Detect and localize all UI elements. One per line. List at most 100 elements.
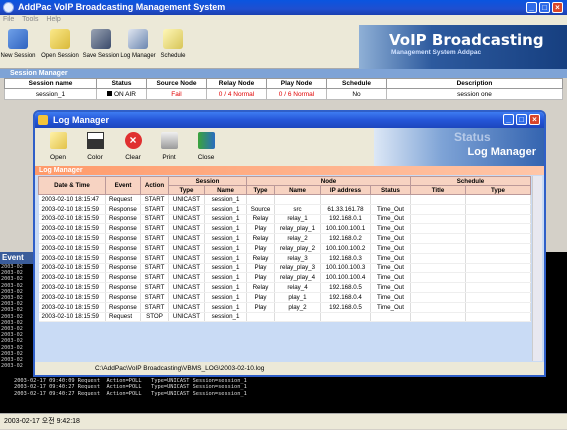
log-row[interactable]: 2003-02-10 18:15:59 Response START UNICAST s…: [38, 233, 531, 244]
log-cell: Time_Out: [370, 282, 411, 293]
log-cell: session_1: [204, 292, 247, 303]
lm-close-tool-button[interactable]: Close: [191, 130, 221, 161]
printer-icon: [160, 132, 178, 149]
log-row[interactable]: 2003-02-10 18:15:59 Response START UNICAST s…: [38, 282, 531, 293]
log-cell: 2003-02-10 18:15:59: [38, 233, 106, 244]
lm-color-button[interactable]: Color: [80, 130, 110, 161]
log-cell: Time_Out: [370, 253, 411, 264]
log-cell: Time_Out: [370, 302, 411, 313]
session-row[interactable]: session_1 ON AIR Fail 0 / 4 Normal 0 / 6…: [4, 88, 563, 100]
log-cell: [465, 223, 531, 235]
log-row[interactable]: 2003-02-10 18:15:59 Response START UNICAST s…: [38, 253, 531, 264]
close-button[interactable]: ×: [552, 2, 563, 13]
log-row[interactable]: 2003-02-10 18:15:59 Response START UNICAST s…: [38, 223, 531, 235]
lm-maximize-button[interactable]: □: [516, 114, 527, 125]
log-cell: START: [140, 204, 169, 215]
log-cell: UNICAST: [168, 302, 205, 313]
log-cell: START: [140, 302, 169, 313]
color-icon: [86, 132, 104, 149]
log-row[interactable]: 2003-02-10 18:15:59 Response START UNICAST s…: [38, 243, 531, 254]
lm-clear-button[interactable]: × Clear: [118, 130, 148, 161]
log-cell: session_1: [204, 272, 247, 284]
log-manager-button[interactable]: Log Manager: [118, 27, 158, 59]
log-cell: 192.168.0.1: [320, 214, 371, 225]
col-schedule-type[interactable]: Type: [465, 185, 531, 195]
log-cell: UNICAST: [168, 233, 205, 244]
app-icon: [3, 2, 14, 13]
log-row[interactable]: 2003-02-10 18:15:59 Request STOP UNICAST ses…: [38, 312, 531, 323]
log-cell: [410, 302, 466, 313]
schedule-button[interactable]: Schedule: [153, 27, 193, 59]
open-session-button[interactable]: Open Session: [40, 27, 80, 59]
col-ip-address[interactable]: IP address: [320, 185, 371, 195]
col-session-name[interactable]: Name: [204, 185, 247, 195]
log-banner-title: Log Manager: [467, 146, 536, 158]
log-cell: START: [140, 243, 169, 254]
log-cell: session_1: [204, 243, 247, 254]
log-banner-bg-text: Status: [454, 130, 491, 144]
log-row[interactable]: 2003-02-10 18:15:59 Response START UNICAST s…: [38, 302, 531, 313]
log-cell: 192.168.0.4: [320, 292, 371, 303]
lm-close-button[interactable]: ×: [529, 114, 540, 125]
col-session-type[interactable]: Type: [168, 185, 205, 195]
col-event[interactable]: Event: [105, 176, 141, 195]
log-cell: 2003-02-10 18:15:59: [38, 223, 106, 235]
log-cell: Time_Out: [370, 272, 411, 284]
col-action[interactable]: Action: [140, 176, 169, 195]
status-bar: 2003-02-17 오전 9:42:18: [0, 413, 567, 429]
log-cell: UNICAST: [168, 292, 205, 303]
log-cell: Play: [246, 263, 275, 274]
log-row[interactable]: 2003-02-10 18:15:59 Response START UNICAST s…: [38, 263, 531, 274]
log-row[interactable]: 2003-02-10 18:15:47 Request START UNICAST se…: [38, 194, 531, 205]
log-row[interactable]: 2003-02-10 18:15:59 Response START UNICAST s…: [38, 204, 531, 215]
folder-open-icon: [49, 132, 67, 149]
col-node-type[interactable]: Type: [246, 185, 275, 195]
log-cell: 2003-02-10 18:15:59: [38, 204, 106, 215]
log-manager-subheader: Log Manager: [35, 166, 544, 175]
log-cell: START: [140, 233, 169, 244]
log-cell: 2003-02-10 18:15:59: [38, 263, 106, 274]
lm-open-button[interactable]: Open: [43, 130, 73, 161]
log-cell: session_1: [204, 223, 247, 235]
log-cell: [465, 204, 531, 215]
log-cell: [465, 233, 531, 244]
minimize-button[interactable]: _: [526, 2, 537, 13]
log-cell: [410, 243, 466, 254]
log-vertical-scrollbar[interactable]: [532, 176, 542, 361]
log-cell: [465, 194, 531, 205]
log-cell: Time_Out: [370, 214, 411, 225]
group-schedule: Schedule: [410, 176, 531, 186]
exit-icon: [197, 132, 215, 149]
log-cell: UNICAST: [168, 253, 205, 264]
log-cell: relay_1: [274, 214, 321, 225]
log-cell: 100.100.100.1: [320, 223, 371, 235]
log-cell: START: [140, 223, 169, 235]
lm-print-button[interactable]: Print: [154, 130, 184, 161]
log-cell: 2003-02-10 18:15:47: [38, 194, 106, 205]
log-row[interactable]: 2003-02-10 18:15:59 Response START UNICAST s…: [38, 292, 531, 303]
col-datetime[interactable]: Date & Time: [38, 176, 106, 195]
log-cell: 192.168.0.3: [320, 253, 371, 264]
menu-tools[interactable]: Tools: [22, 16, 38, 23]
log-cell: [465, 312, 531, 323]
col-node-name[interactable]: Name: [274, 185, 321, 195]
menu-help[interactable]: Help: [46, 16, 60, 23]
log-file-path: C:\AddPac\VoIP Broadcasting\VBMS_LOG\200…: [35, 362, 544, 375]
menu-file[interactable]: File: [3, 16, 14, 23]
log-cell: UNICAST: [168, 223, 205, 235]
log-cell: Relay: [246, 282, 275, 293]
save-session-button[interactable]: Save Session: [81, 27, 121, 59]
log-cell: session_1: [204, 214, 247, 225]
log-cell: 2003-02-10 18:15:59: [38, 292, 106, 303]
lm-minimize-button[interactable]: _: [503, 114, 514, 125]
col-schedule-title[interactable]: Title: [410, 185, 466, 195]
log-cell: Response: [105, 263, 141, 274]
event-log-lines: 2003-02-17 09:40:09 Request Action=POLL …: [14, 378, 247, 397]
log-row[interactable]: 2003-02-10 18:15:59 Response START UNICAST s…: [38, 272, 531, 284]
maximize-button[interactable]: □: [539, 2, 550, 13]
new-session-button[interactable]: New Session: [0, 27, 38, 59]
col-node-status[interactable]: Status: [370, 185, 411, 195]
log-cell: session_1: [204, 233, 247, 244]
log-row[interactable]: 2003-02-10 18:15:59 Response START UNICAST s…: [38, 214, 531, 225]
status-time: 2003-02-17 오전 9:42:18: [4, 418, 80, 425]
